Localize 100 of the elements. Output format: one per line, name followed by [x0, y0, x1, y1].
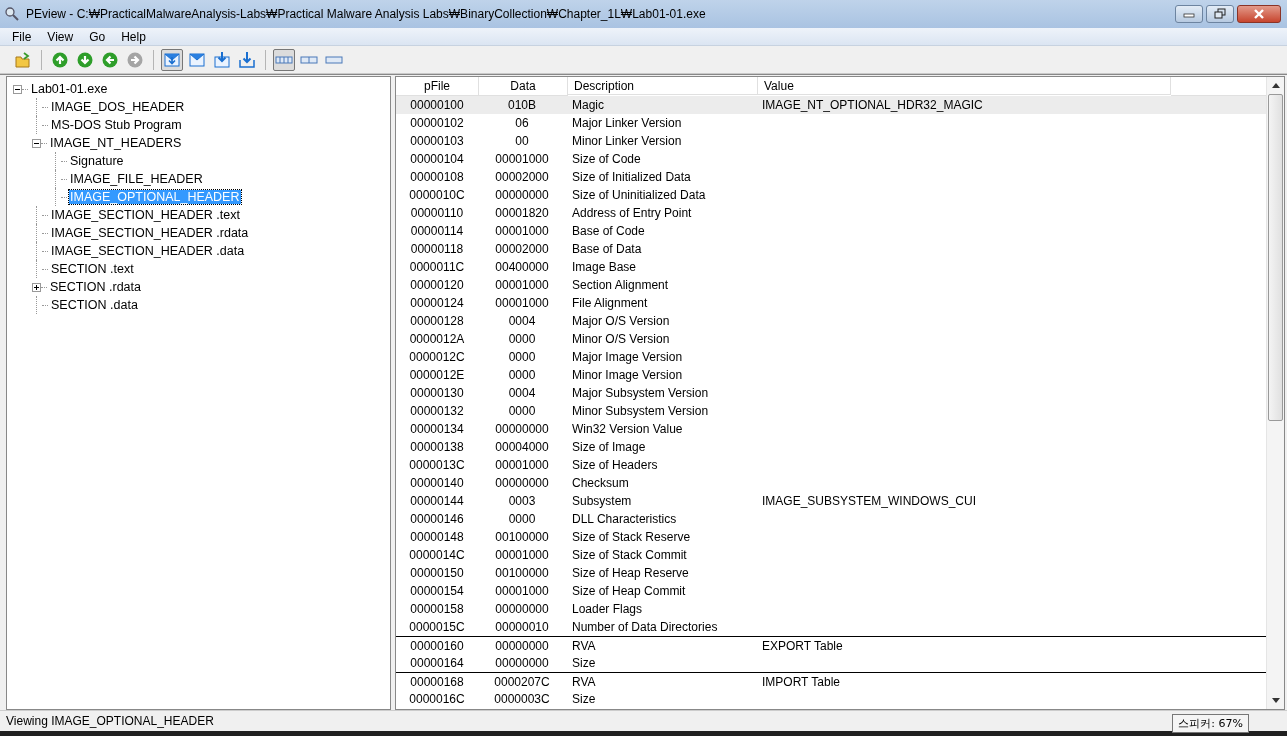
tree-item[interactable]: IMAGE_SECTION_HEADER .data — [50, 244, 246, 258]
table-cell-text: 00001000 — [494, 458, 550, 472]
table-cell-text: 0000010C — [408, 188, 466, 202]
tree-item[interactable]: IMAGE_FILE_HEADER — [69, 172, 204, 186]
envelope-icon — [188, 50, 206, 69]
table-cell-text: 00002000 — [494, 170, 550, 184]
table-cell-text: Size of Heap Commit — [571, 584, 687, 598]
table-cell-text: 00100000 — [494, 566, 550, 580]
table-cell-text: RVA — [571, 674, 597, 689]
table-cell-text: 0000003C — [493, 692, 551, 706]
table-cell-text: 0000014C — [408, 548, 466, 562]
table-cell-text: 00 — [514, 134, 530, 148]
table-cell-text: 0000012C — [408, 350, 466, 364]
table-cell-text: 00000134 — [409, 422, 465, 436]
expander-icon[interactable] — [32, 282, 41, 292]
table-cell-text: 00000124 — [409, 296, 465, 310]
table-cell-text: Minor Image Version — [571, 368, 684, 382]
table-cell-text: Size of Initialized Data — [571, 170, 692, 184]
table-cell-text: Base of Data — [571, 242, 643, 256]
tree-item[interactable]: IMAGE_DOS_HEADER — [50, 100, 186, 114]
table-cell-text: RVA — [571, 638, 597, 653]
table-cell-text: 0000207C — [493, 674, 551, 689]
column-header[interactable]: Description — [568, 77, 758, 95]
table-cell-text: Major O/S Version — [571, 314, 671, 328]
table-cell-text: 0000013C — [408, 458, 466, 472]
table-cell-text: 06 — [514, 116, 530, 130]
menu-item[interactable]: Go — [81, 29, 114, 44]
tree-item[interactable]: SECTION .text — [50, 262, 135, 276]
table-cell-text: 00000000 — [494, 422, 550, 436]
table-cell-text: 00000110 — [409, 206, 465, 220]
table-cell-text: IMAGE_SUBSYSTEM_WINDOWS_CUI — [761, 494, 978, 508]
arrow-envelope-icon — [213, 50, 231, 69]
table-cell-text: 00000168 — [409, 674, 465, 689]
tree-item[interactable]: IMAGE_NT_HEADERS — [49, 136, 183, 150]
table-cell-text: 00000114 — [409, 224, 465, 238]
table-cell-text: 0000 — [507, 404, 537, 418]
expander-icon[interactable] — [32, 138, 41, 148]
table-cell-text: 0004 — [507, 314, 537, 328]
arrow-tray-icon — [238, 50, 256, 69]
table-cell-text: Major Linker Version — [571, 116, 683, 130]
table-cell-text: 00000158 — [409, 602, 465, 616]
tree-item[interactable]: IMAGE_SECTION_HEADER .rdata — [50, 226, 250, 240]
table-cell-text: 00000102 — [409, 116, 465, 130]
table-cell-text: 00001000 — [494, 224, 550, 238]
table-cell-text: 00000000 — [494, 188, 550, 202]
table-cell-text: IMPORT Table — [761, 674, 842, 689]
tree-item[interactable]: Signature — [69, 154, 125, 168]
scrollbar[interactable] — [1266, 77, 1284, 709]
menu-item[interactable]: File — [4, 29, 40, 44]
table-cell-text: 00001000 — [494, 296, 550, 310]
table-cell-text: 00400000 — [494, 260, 550, 274]
table-cell-text: Size of Stack Reserve — [571, 530, 692, 544]
scroll-thumb[interactable] — [1268, 94, 1283, 421]
table-cell-text: Checksum — [571, 476, 630, 490]
table-cell-text: Minor Subsystem Version — [571, 404, 710, 418]
table-cell-text: 00000160 — [409, 638, 465, 653]
tree-item[interactable]: IMAGE_SECTION_HEADER .text — [50, 208, 241, 222]
table-cell-text: 0000 — [507, 350, 537, 364]
toolbar-button[interactable] — [161, 48, 183, 71]
scroll-up-icon[interactable] — [1271, 83, 1280, 88]
table-cell-text: 00000144 — [409, 494, 465, 508]
table-cell-text: Image Base — [571, 260, 638, 274]
minimize-button[interactable] — [1175, 5, 1203, 23]
table-cell-text: 00000010 — [494, 620, 550, 634]
table-cell-text: Number of Data Directories — [571, 620, 719, 634]
close-icon — [1252, 8, 1266, 20]
table-cell-text: 0004 — [507, 386, 537, 400]
toolbar-button[interactable] — [273, 48, 295, 71]
table-cell-text: 00001000 — [494, 584, 550, 598]
expander-icon[interactable] — [13, 84, 22, 94]
menu-item[interactable]: Help — [113, 29, 154, 44]
table-cell-text: Size of Stack Commit — [571, 548, 688, 562]
column-header[interactable]: Value — [758, 77, 1171, 95]
folder-icon — [14, 50, 32, 69]
tree-item[interactable]: MS-DOS Stub Program — [50, 118, 183, 132]
table-cell-text: Size of Heap Reserve — [571, 566, 690, 580]
table-cell-text: IMAGE_NT_OPTIONAL_HDR32_MAGIC — [761, 98, 984, 112]
table-cell-text: 00000154 — [409, 584, 465, 598]
table-cell-text: 00000118 — [409, 242, 465, 256]
table-cell-text: 00000128 — [409, 314, 465, 328]
table-cell-text: 00000000 — [494, 656, 550, 670]
table-cell-text: 0000011C — [408, 260, 466, 274]
table-cell-text: 00000100 — [409, 98, 465, 112]
table-cell-text: 00001000 — [494, 152, 550, 166]
menu-item[interactable]: View — [39, 29, 82, 44]
tree-item[interactable]: SECTION .rdata — [49, 280, 142, 294]
table-cell-text: 00000108 — [409, 170, 465, 184]
tree-item[interactable]: Lab01-01.exe — [30, 82, 109, 96]
table-cell-text: 0000 — [507, 332, 537, 346]
tree-item[interactable]: SECTION .data — [50, 298, 139, 312]
table-cell-text: 00004000 — [494, 440, 550, 454]
scroll-down-icon[interactable] — [1271, 698, 1280, 703]
table-cell-text: Minor O/S Version — [571, 332, 671, 346]
close-button[interactable] — [1237, 5, 1281, 23]
table-cell-text: 00000140 — [409, 476, 465, 490]
table-cell-text: 00000164 — [409, 656, 465, 670]
restore-button[interactable] — [1206, 5, 1234, 23]
table-cell-text: Size — [571, 692, 597, 706]
table-cell-text: Minor Linker Version — [571, 134, 683, 148]
table-cell-text: 0000012A — [408, 332, 466, 346]
